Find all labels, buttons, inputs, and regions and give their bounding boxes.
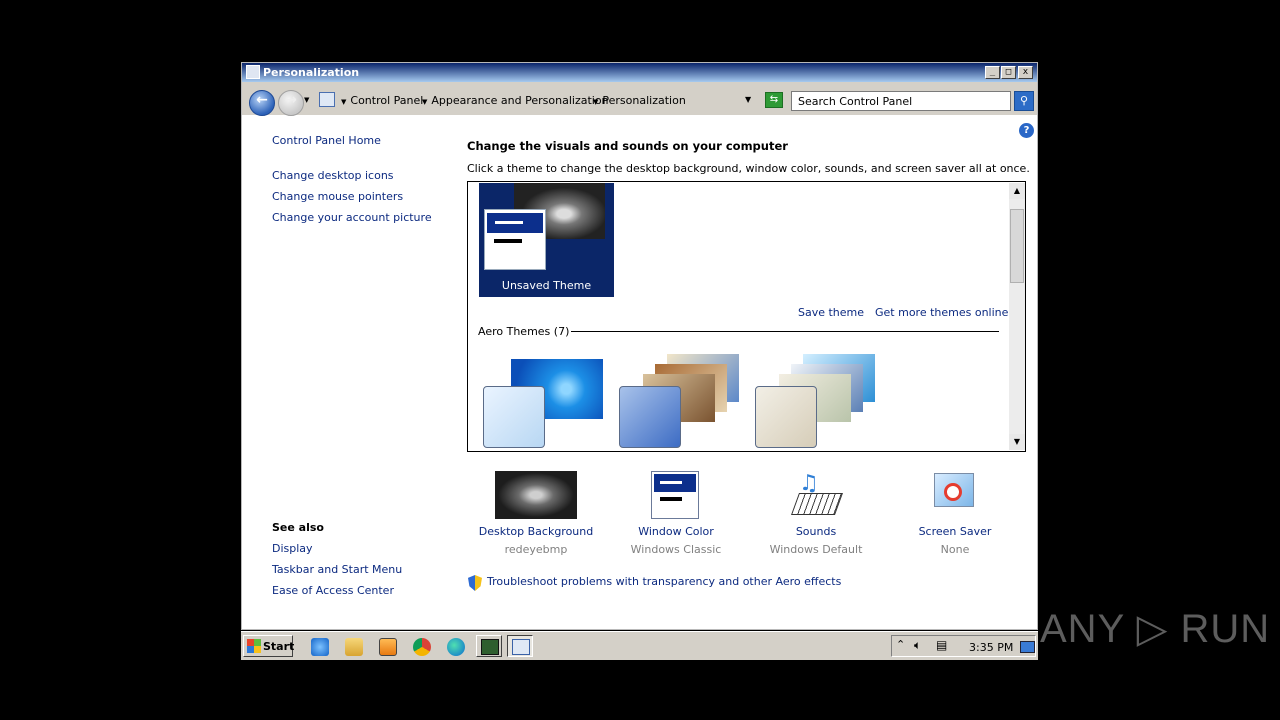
aero-theme-architecture[interactable] xyxy=(616,352,756,451)
screen-saver-label: Screen Saver xyxy=(918,525,992,538)
sounds-icon: ♫ xyxy=(790,471,844,519)
show-hidden-icons-icon[interactable]: ⌃ xyxy=(896,638,905,651)
get-more-themes-link[interactable]: Get more themes online xyxy=(875,306,1008,319)
address-dropdown-icon[interactable]: ▼ xyxy=(745,95,751,104)
personalization-window: Personalization _ □ x ← → ▼ ▼ Control Pan… xyxy=(241,62,1038,630)
close-button[interactable]: x xyxy=(1018,66,1033,79)
control-panel-icon xyxy=(319,92,335,107)
page-title: Change the visuals and sounds on your co… xyxy=(467,139,788,153)
scrollbar-thumb[interactable] xyxy=(1010,209,1024,283)
internet-explorer-icon[interactable] xyxy=(311,638,329,656)
aero-theme-windows-7[interactable] xyxy=(480,352,620,451)
chrome-icon[interactable] xyxy=(413,638,431,656)
forward-button[interactable]: → xyxy=(278,90,304,116)
refresh-button[interactable]: ⇆ xyxy=(765,92,783,108)
theme-list-scrollbar[interactable]: ▲ ▼ xyxy=(1009,183,1025,450)
show-desktop-icon[interactable] xyxy=(1020,641,1035,653)
address-bar[interactable]: ▼ Control Panel ▼ Appearance and Personali… xyxy=(317,90,757,111)
aero-theme-characters[interactable] xyxy=(752,352,892,451)
window-preview-icon xyxy=(484,209,546,270)
navigation-bar: ← → ▼ ▼ Control Panel ▼ Appearance and Per… xyxy=(242,82,1037,116)
file-explorer-icon[interactable] xyxy=(345,638,363,656)
desktop-background-icon xyxy=(495,471,577,519)
sounds-option[interactable]: ♫ Sounds Windows Default xyxy=(746,471,886,561)
taskbar-personalization-button[interactable] xyxy=(507,635,533,657)
theme-list: Unsaved Theme Save theme Get more themes… xyxy=(467,181,1026,452)
window-color-icon xyxy=(651,471,699,519)
system-tray: ⌃ 🔈︎ ▤ xyxy=(891,635,1036,657)
recent-pages-chevron-icon[interactable]: ▼ xyxy=(304,96,309,104)
search-input[interactable]: Search Control Panel xyxy=(791,91,1011,111)
screen-saver-option[interactable]: Screen Saver None xyxy=(885,471,1025,561)
volume-icon[interactable]: 🔈︎ xyxy=(914,638,921,653)
save-theme-link[interactable]: Save theme xyxy=(798,306,864,319)
forward-arrow-icon: → xyxy=(285,92,297,108)
desktop-background-label: Desktop Background xyxy=(478,525,594,538)
breadcrumb-arrow-icon: ▼ xyxy=(593,98,599,106)
media-player-icon[interactable] xyxy=(379,638,397,656)
sounds-value: Windows Default xyxy=(769,543,863,556)
window-color-glass-icon xyxy=(755,386,817,448)
see-also-heading: See also xyxy=(272,521,324,534)
control-panel-home-link[interactable]: Control Panel Home xyxy=(272,134,381,147)
breadcrumb-arrow-icon: ▼ xyxy=(341,98,347,106)
search-icon[interactable]: ⚲ xyxy=(1014,91,1034,111)
window-color-option[interactable]: Window Color Windows Classic xyxy=(606,471,746,561)
section-divider xyxy=(571,331,999,332)
anyrun-watermark: ANY ▷ RUN xyxy=(1040,607,1271,651)
sounds-label: Sounds xyxy=(795,525,837,538)
ease-of-access-link[interactable]: Ease of Access Center xyxy=(272,584,394,597)
window-color-label: Window Color xyxy=(638,525,714,538)
window-color-glass-icon xyxy=(619,386,681,448)
title-bar[interactable]: Personalization _ □ x xyxy=(242,63,1037,82)
unsaved-theme-tile[interactable]: Unsaved Theme xyxy=(479,183,614,297)
scroll-up-arrow-icon[interactable]: ▲ xyxy=(1009,183,1025,199)
breadcrumb-control-panel[interactable]: ▼ Control Panel xyxy=(341,94,423,107)
back-arrow-icon: ← xyxy=(256,92,268,108)
troubleshoot-aero-link[interactable]: Troubleshoot problems with transparency … xyxy=(487,575,841,588)
aero-themes-heading: Aero Themes (7) xyxy=(478,325,570,338)
personalization-app-icon xyxy=(246,65,260,79)
back-button[interactable]: ← xyxy=(249,90,275,116)
change-mouse-pointers-link[interactable]: Change mouse pointers xyxy=(272,190,403,203)
breadcrumb-appearance[interactable]: ▼ Appearance and Personalization xyxy=(422,94,609,107)
screen-saver-value: None xyxy=(940,543,970,556)
display-link[interactable]: Display xyxy=(272,542,313,555)
window-color-value: Windows Classic xyxy=(630,543,722,556)
breadcrumb-arrow-icon: ▼ xyxy=(422,98,428,106)
page-subtitle: Click a theme to change the desktop back… xyxy=(467,162,1030,175)
desktop-background-value: redeyebmp xyxy=(504,543,568,556)
screen-saver-icon xyxy=(931,471,979,519)
clock[interactable]: 3:35 PM xyxy=(969,641,1013,654)
maximize-button[interactable]: □ xyxy=(1001,66,1016,79)
breadcrumb-personalization[interactable]: ▼ Personalization xyxy=(593,94,686,107)
start-button[interactable]: Start xyxy=(243,635,294,657)
taskbar: Start ⌃ 🔈︎ ▤ 3:35 PM xyxy=(241,631,1038,660)
taskbar-start-menu-link[interactable]: Taskbar and Start Menu xyxy=(272,563,402,576)
window-color-glass-icon xyxy=(483,386,545,448)
unsaved-theme-label: Unsaved Theme xyxy=(501,279,592,292)
change-account-picture-link[interactable]: Change your account picture xyxy=(272,211,432,224)
scroll-down-arrow-icon[interactable]: ▼ xyxy=(1009,434,1025,450)
shield-icon xyxy=(468,575,482,591)
minimize-button[interactable]: _ xyxy=(985,66,1000,79)
desktop-background-option[interactable]: Desktop Background redeyebmp xyxy=(466,471,606,561)
edge-icon[interactable] xyxy=(447,638,465,656)
help-icon[interactable]: ? xyxy=(1019,123,1034,138)
windows-flag-icon xyxy=(247,639,261,653)
window-title: Personalization xyxy=(263,66,360,79)
taskbar-program-button[interactable] xyxy=(476,635,502,657)
network-icon[interactable]: ▤ xyxy=(936,638,947,652)
change-desktop-icons-link[interactable]: Change desktop icons xyxy=(272,169,394,182)
